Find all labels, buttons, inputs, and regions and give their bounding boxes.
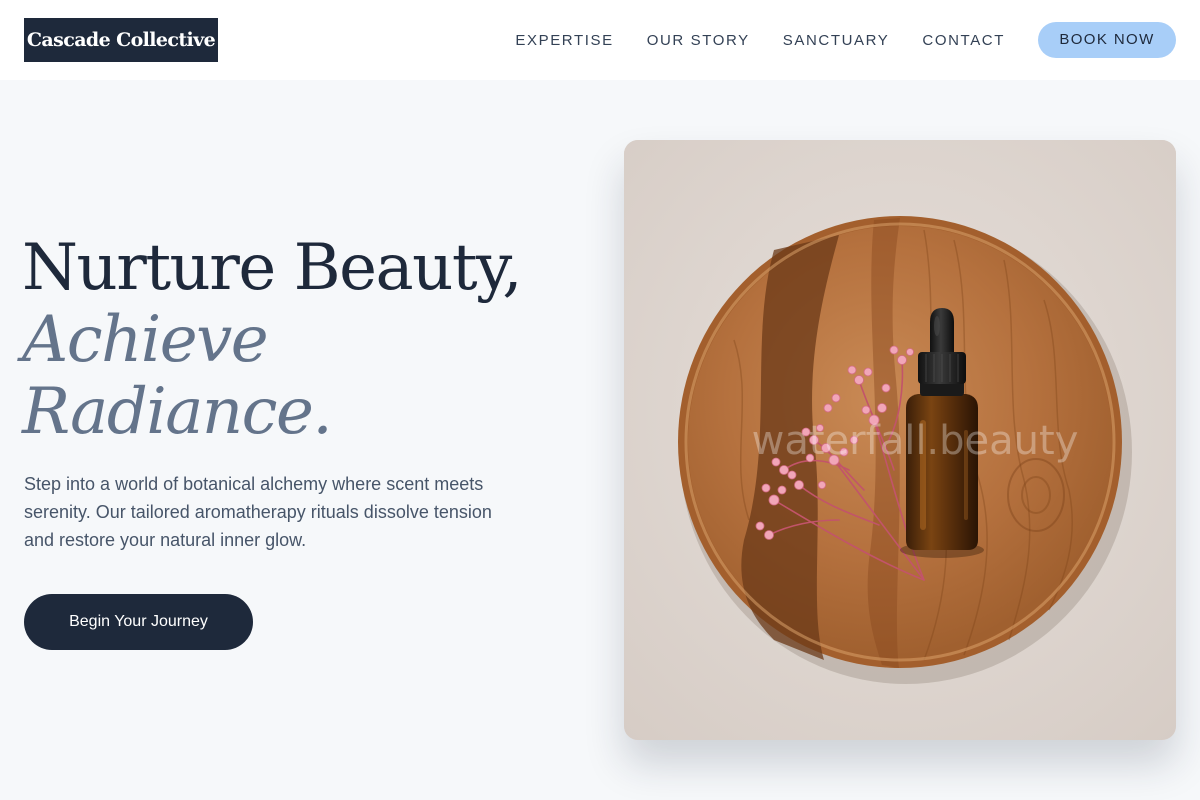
- nav-link-expertise[interactable]: EXPERTISE: [515, 32, 613, 49]
- hero-description: Step into a world of botanical alchemy w…: [24, 474, 492, 550]
- hero-product-image: waterfall.beauty: [624, 140, 1176, 740]
- headline-line-3: Radiance.: [22, 375, 333, 449]
- headline-line-1: Nurture Beauty,: [22, 231, 523, 305]
- brand-logo[interactable]: Cascade Collective: [24, 18, 218, 62]
- nav-link-sanctuary[interactable]: SANCTUARY: [783, 32, 890, 49]
- headline-line-2: Achieve: [22, 303, 269, 377]
- book-now-button[interactable]: BOOK NOW: [1038, 22, 1176, 58]
- hero-headline: Nurture Beauty, Achieve Radiance.: [22, 232, 602, 448]
- nav-link-contact[interactable]: CONTACT: [922, 32, 1005, 49]
- nav-link-our-story[interactable]: OUR STORY: [647, 32, 750, 49]
- site-header: Cascade Collective EXPERTISE OUR STORY S…: [0, 0, 1200, 80]
- begin-journey-button[interactable]: Begin Your Journey: [24, 594, 253, 650]
- image-watermark: waterfall.beauty: [751, 418, 1079, 464]
- main-nav: EXPERTISE OUR STORY SANCTUARY CONTACT BO…: [515, 0, 1176, 80]
